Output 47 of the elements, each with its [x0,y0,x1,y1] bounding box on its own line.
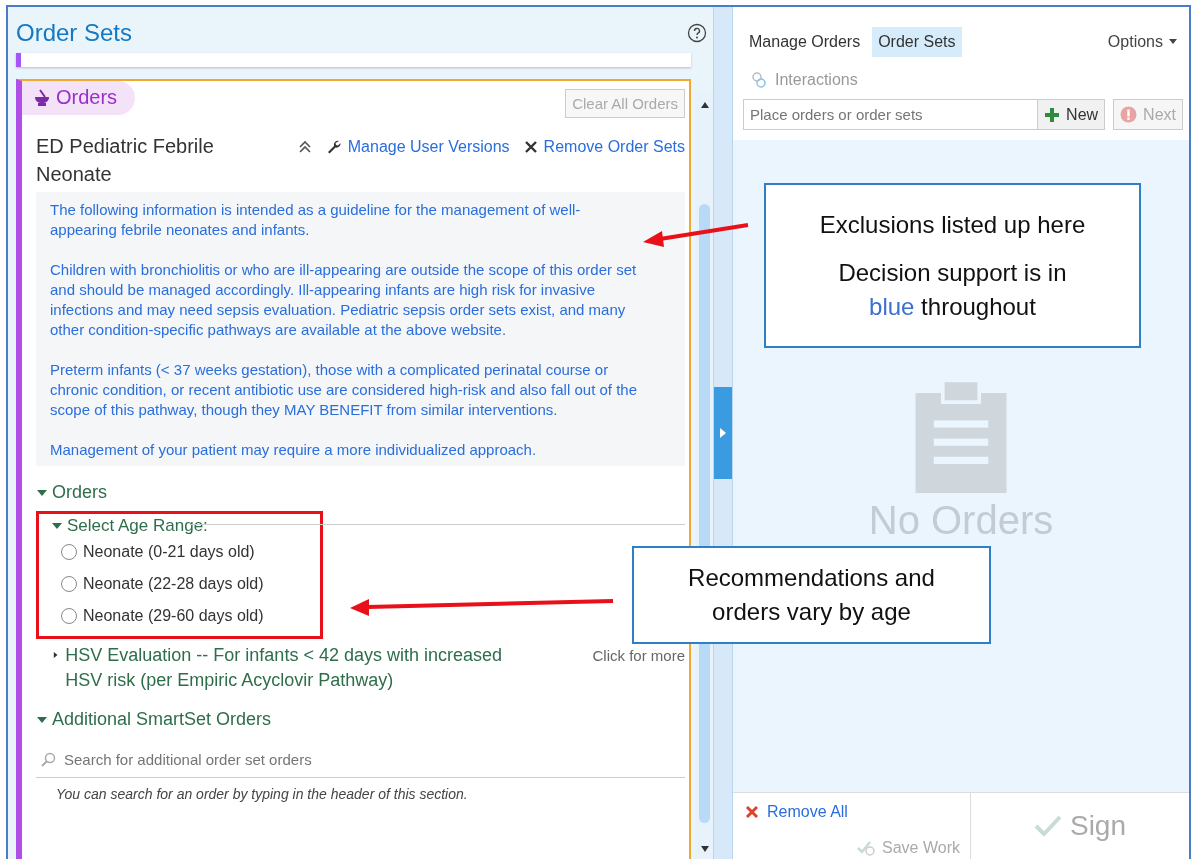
mortar-pestle-icon [34,88,50,107]
group-heading[interactable]: HSV Evaluation -- For infants < 42 days with increased HSV risk (per Empiric Acyclovir Pathway) [65,643,532,693]
manage-user-versions-link[interactable]: Manage User Versions [325,138,510,156]
help-icon[interactable] [687,23,707,43]
click-for-more-hint[interactable]: Click for more [592,647,685,693]
radio-button[interactable] [61,576,77,592]
orders-section-badge: Orders [22,81,136,115]
interactions-icon [751,71,767,89]
close-icon [745,805,759,819]
dropdown-caret-icon [1169,39,1177,45]
group-heading[interactable]: Select Age Range: [67,516,208,536]
new-button[interactable]: New [1037,100,1105,129]
checkmark-icon [856,839,877,857]
remove-order-sets-link[interactable]: Remove Order Sets [523,138,685,156]
options-menu[interactable]: Options [1101,32,1183,52]
section-heading[interactable]: Additional SmartSet Orders [52,709,272,730]
callout-text: Exclusions listed up here [819,209,1086,240]
order-set-title: ED Pediatric Febrile Neonate [36,134,215,187]
panel-splitter-handle[interactable] [714,387,732,479]
close-icon [523,140,538,154]
tab[interactable]: Manage Orders [743,27,867,57]
radio-button[interactable] [61,608,77,624]
search-hint: You can search for an order by typing in the header of this section. [55,785,469,804]
section-heading[interactable]: Orders [52,482,107,503]
guideline-paragraph: Management of your patient may require a more individualized approach. [50,440,538,460]
expand-arrow-icon [720,428,726,438]
order-search-field[interactable]: Place orders or order sets New [743,99,1106,130]
collapse-chevrons-icon[interactable] [297,140,312,154]
tab[interactable]: Order Sets [872,27,962,57]
guideline-paragraph: The following information is intended as a guideline for the management of well-appearing febrile neonates and infants. [50,200,582,240]
guideline-paragraph: Preterm infants (< 37 weeks gestation), those with a complicated perinatal course or chronic condition, or recent antibiotic use are considered high-risk and also fall out of the scope of this pathway, though they MAY BENEFIT from similar interventions. [50,360,638,420]
panel-title: Order Sets [16,19,133,47]
scroll-down-icon[interactable] [699,845,710,853]
guideline-paragraph: Children with bronchiolitis or who are ill-appearing are outside the scope of this order set and should be managed accordingly. Ill-appearing infants are high risk for invasive infections and may need sepsis evaluation. Pediatric sepsis order sets exist, and many other condition-specific pathways are available at the above website. [50,260,638,340]
search-icon [40,751,56,768]
search-field[interactable]: Search for additional order set orders [62,750,681,769]
callout-text: Recommendations and orders vary by age [688,563,935,627]
radio-label[interactable]: Neonate (0-21 days old) [83,543,255,561]
radio-button[interactable] [61,544,77,560]
radio-label[interactable]: Neonate (29-60 days old) [83,607,264,625]
alert-icon [1120,106,1138,123]
scroll-up-icon[interactable] [699,101,710,109]
remove-all-link[interactable]: Remove All [745,803,848,821]
checkmark-icon [1033,814,1062,838]
radio-label[interactable]: Neonate (22-28 days old) [83,575,264,593]
plus-icon [1044,106,1061,123]
callout-text: Decision support is in blue throughout [838,257,1067,322]
